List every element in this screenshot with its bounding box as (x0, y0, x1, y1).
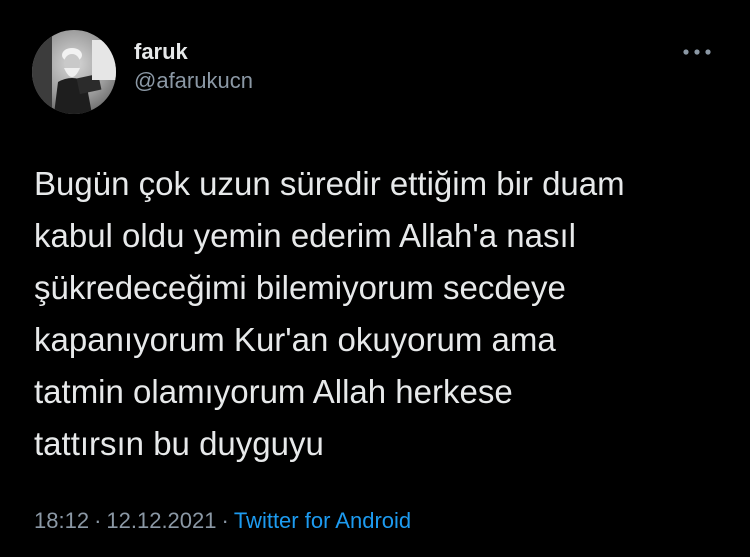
tweet-time[interactable]: 18:12 (34, 508, 89, 533)
more-options-button[interactable] (678, 40, 718, 64)
display-name[interactable]: faruk (134, 38, 253, 66)
tweet-card: faruk @afarukucn Bugün çok uzun süredir … (0, 0, 750, 557)
user-handle[interactable]: @afarukucn (134, 67, 253, 95)
tweet-meta: 18:12 · 12.12.2021 · Twitter for Android (34, 506, 411, 536)
tweet-date[interactable]: 12.12.2021 (106, 508, 216, 533)
more-horizontal-icon (683, 49, 711, 55)
tweet-text: Bugün çok uzun süredir ettiğim bir duam … (34, 165, 625, 462)
avatar-photo (32, 30, 116, 114)
avatar[interactable] (32, 30, 116, 114)
meta-separator: · (221, 508, 229, 533)
user-info: faruk @afarukucn (134, 38, 253, 95)
meta-separator: · (94, 508, 102, 533)
tweet-source-link[interactable]: Twitter for Android (234, 508, 411, 533)
